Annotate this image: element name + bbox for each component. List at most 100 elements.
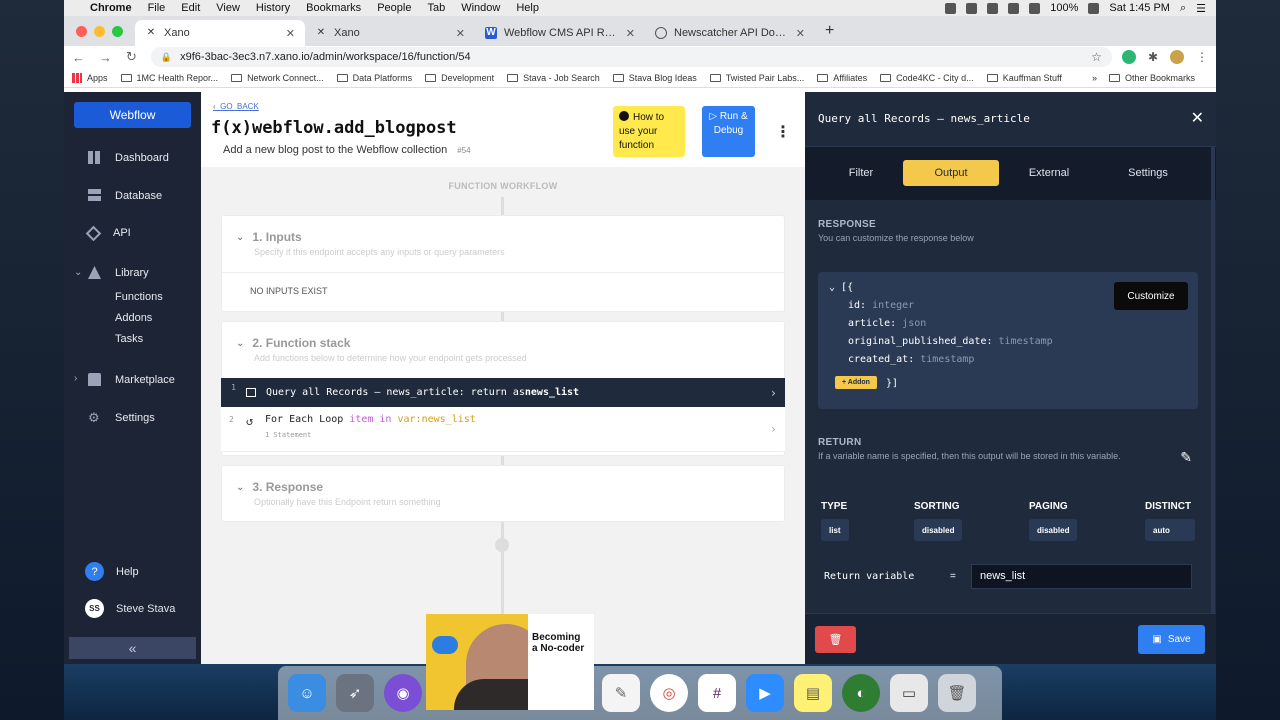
sidebar-item-library[interactable]: Library [88,266,149,279]
tab-webflow-cms[interactable]: W Webflow CMS API Reference ✕ [475,20,645,46]
battery-icon[interactable] [1088,2,1100,14]
save-button[interactable]: ▣ Save [1138,625,1205,654]
minimize-window-button[interactable] [94,25,105,37]
stack-header[interactable]: ⌄ 2. Function stack [236,336,350,350]
add-addon-button[interactable]: + Addon [835,376,877,389]
close-window-button[interactable] [76,25,87,37]
menu-window[interactable]: Window [461,2,500,14]
tab-filter[interactable]: Filter [813,160,909,186]
stickies-icon[interactable]: ▤ [794,674,832,712]
sidebar-item-settings[interactable]: ⚙ Settings [88,411,155,424]
panel-scrollbar[interactable] [1211,147,1215,613]
menu-view[interactable]: View [216,2,240,14]
bookmark-folder[interactable]: Network Connect... [231,73,324,83]
close-icon[interactable]: ✕ [1191,108,1204,128]
tab-xano[interactable]: ✕ Xano ✕ [305,20,475,46]
workspace-button[interactable]: Webflow [74,102,191,128]
bookmark-folder[interactable]: Kauffman Stuff [986,73,1062,83]
app-icon[interactable]: ◐ [842,674,880,712]
wifi-icon[interactable] [1008,2,1020,14]
reload-icon[interactable]: ↻ [126,49,137,65]
battery-percent[interactable]: 100% [1050,2,1078,14]
type-chip[interactable]: list [821,519,849,541]
menu-tab[interactable]: Tab [427,2,445,14]
bookmark-folder[interactable]: Code4KC - City d... [880,73,974,83]
stack-row-loop[interactable]: 2 ↺ For Each Loop item in var:news_list … [221,407,785,452]
textedit-icon[interactable]: ✎ [602,674,640,712]
delete-button[interactable]: 🗑 [815,626,856,653]
finder-icon[interactable]: ☺ [288,674,326,712]
sidebar-item-api[interactable]: API [85,225,131,241]
volume-icon[interactable] [1029,2,1041,14]
spotlight-icon[interactable]: ⌕ [1180,2,1186,15]
sidebar-item-addons[interactable]: Addons [115,312,152,324]
chevron-down-icon[interactable]: ⌄ [74,267,82,278]
bookmark-other[interactable]: Other Bookmarks [1108,73,1195,83]
bookmark-folder[interactable]: Development [425,73,494,83]
close-tab-icon[interactable]: ✕ [456,27,465,40]
bookmark-folder[interactable]: Stava Blog Ideas [612,73,697,83]
menu-file[interactable]: File [148,2,166,14]
response-header[interactable]: ⌄ 3. Response [236,480,323,494]
sidebar-item-marketplace[interactable]: Marketplace [88,373,175,386]
customize-button[interactable]: Customize [1114,282,1188,310]
close-tab-icon[interactable]: ✕ [286,27,295,40]
inputs-header[interactable]: ⌄ 1. Inputs [236,230,302,244]
more-options-icon[interactable]: ⋮ [775,122,791,142]
chevron-down-icon[interactable]: ⌄ [829,282,841,293]
tab-newscatcher[interactable]: Newscatcher API Documentati ✕ [645,20,815,46]
bookmark-folder[interactable]: Affiliates [817,73,867,83]
pencil-icon[interactable]: ✎ [1180,449,1192,466]
collapse-sidebar-button[interactable]: « [69,637,196,659]
paging-chip[interactable]: disabled [1029,519,1078,541]
bookmark-star-icon[interactable]: ☆ [1091,50,1102,64]
menu-app[interactable]: Chrome [90,2,132,14]
menu-bookmarks[interactable]: Bookmarks [306,2,361,14]
return-variable-input[interactable]: news_list [971,564,1192,589]
back-arrow-icon[interactable]: ← [72,50,85,65]
extension-icon[interactable] [1121,50,1136,64]
sidebar-item-database[interactable]: Database [88,189,162,202]
status-icon-3[interactable] [987,2,999,14]
chevron-right-icon[interactable]: › [74,373,77,384]
trash-icon[interactable]: 🗑 [938,674,976,712]
new-tab-button[interactable]: + [815,22,844,40]
tab-output[interactable]: Output [903,160,999,186]
forward-arrow-icon[interactable]: → [99,50,112,65]
control-center-icon[interactable]: ☰ [1196,2,1206,15]
sidebar-item-tasks[interactable]: Tasks [115,333,143,345]
chrome-menu-icon[interactable]: ⋮ [1196,50,1208,64]
close-tab-icon[interactable]: ✕ [796,27,805,40]
run-debug-button[interactable]: ▷ Run & Debug [702,106,755,157]
status-icon-2[interactable] [966,2,978,14]
screen-share-icon[interactable]: ▭ [890,674,928,712]
zoom-window-button[interactable] [112,25,123,37]
how-to-button[interactable]: How to use your function [613,106,685,157]
tab-xano-active[interactable]: ✕ Xano ✕ [135,20,305,46]
launchpad-icon[interactable]: ➶ [336,674,374,712]
menubar-clock[interactable]: Sat 1:45 PM [1109,2,1170,14]
tab-external[interactable]: External [1001,160,1097,186]
menu-edit[interactable]: Edit [181,2,200,14]
slack-icon[interactable]: # [698,674,736,712]
go-back-link[interactable]: ‹ GO_BACK [213,102,259,111]
user-profile[interactable]: SS Steve Stava [85,599,175,618]
sidebar-item-help[interactable]: ? Help [85,562,139,581]
menu-help[interactable]: Help [516,2,539,14]
close-tab-icon[interactable]: ✕ [626,27,635,40]
profile-avatar-icon[interactable] [1170,50,1184,64]
status-icon-1[interactable] [945,2,957,14]
bookmark-folder[interactable]: Twisted Pair Labs... [709,73,804,83]
sorting-chip[interactable]: disabled [914,519,963,541]
extensions-puzzle-icon[interactable]: ✱ [1148,50,1158,64]
bookmark-folder[interactable]: Stava - Job Search [507,73,600,83]
zoom-icon[interactable]: ▶ [746,674,784,712]
sidebar-item-functions[interactable]: Functions [115,291,163,303]
stack-row-query[interactable]: 1 Query all Records – news_article: retu… [221,378,785,407]
bookmark-apps[interactable]: Apps [72,72,108,83]
more-bookmarks-chevron[interactable]: » [1092,73,1097,83]
menu-history[interactable]: History [256,2,290,14]
bookmark-folder[interactable]: 1MC Health Repor... [120,73,218,83]
chrome-icon[interactable]: ◎ [650,674,688,712]
menu-people[interactable]: People [377,2,411,14]
